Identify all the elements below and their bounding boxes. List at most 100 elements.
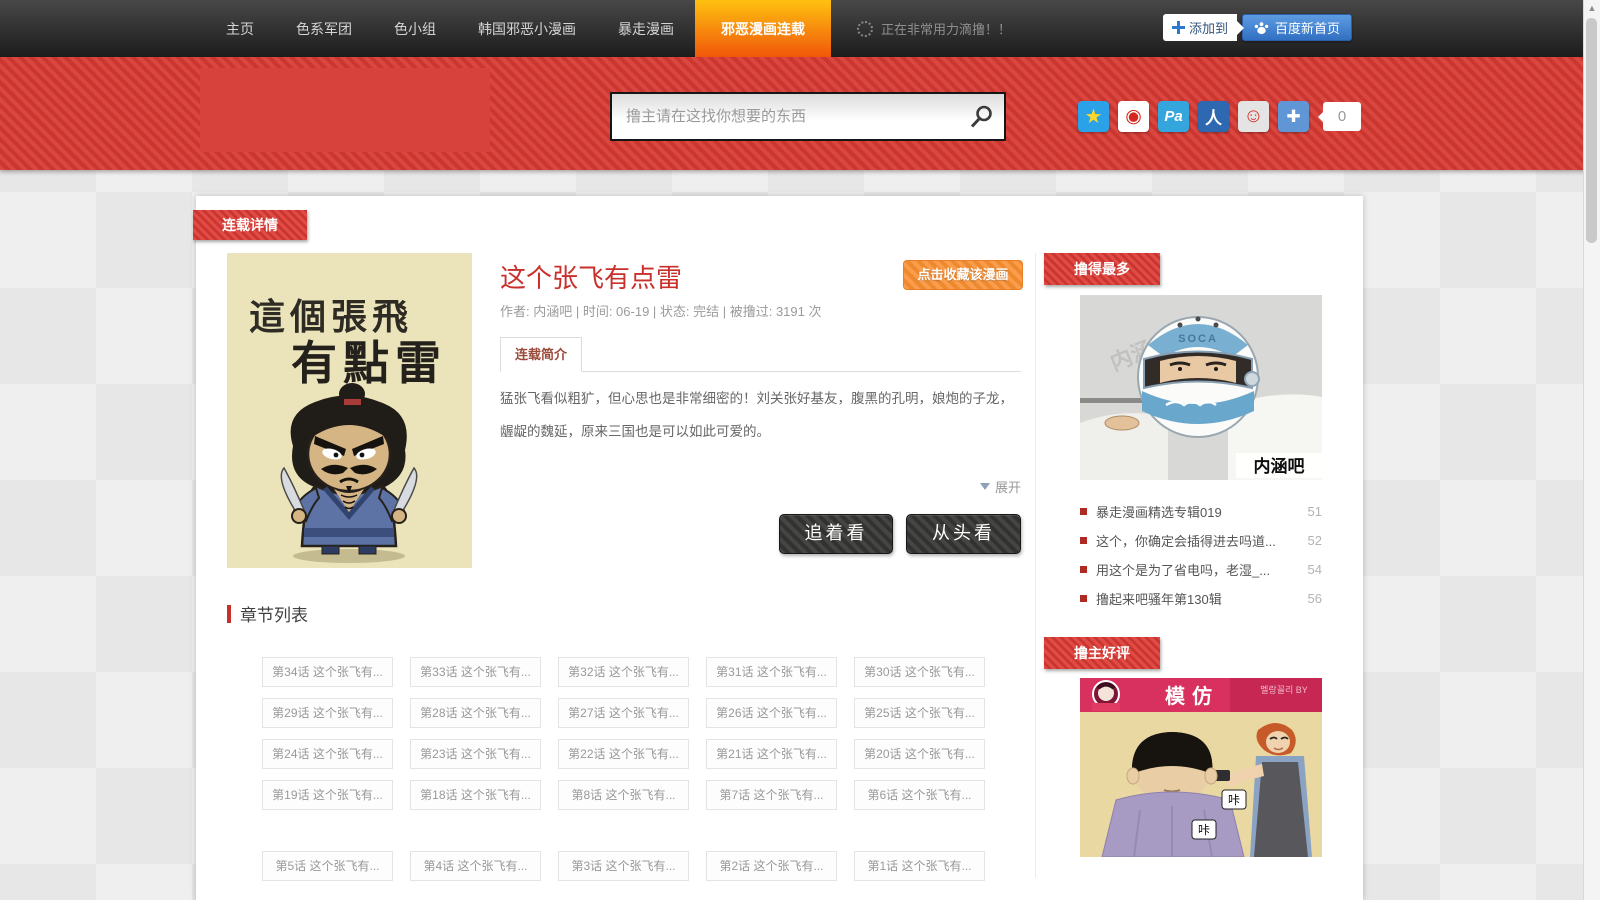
chapter-link[interactable]: 第6话 这个张飞有... xyxy=(854,780,985,810)
list-item[interactable]: 暴走漫画精选专辑019 51 xyxy=(1080,497,1322,526)
svg-text:SOCA: SOCA xyxy=(1178,333,1218,345)
social-share-bar: ★ ◉ Pa 人 ☺ ✚ 0 xyxy=(1078,101,1361,132)
chapter-link[interactable]: 第29话 这个张飞有... xyxy=(262,698,393,728)
nav-link[interactable]: 韩国邪恶小漫画 xyxy=(457,0,597,57)
chapter-section-title: 章节列表 xyxy=(240,601,308,626)
chapter-link[interactable]: 第5话 这个张飞有... xyxy=(262,851,393,881)
search-input[interactable] xyxy=(612,108,968,125)
chapter-link[interactable]: 第7话 这个张飞有... xyxy=(706,780,837,810)
nav-link[interactable]: 暴走漫画 xyxy=(597,0,695,57)
bullet-icon xyxy=(1080,566,1087,573)
page: 主页色系军团色小组韩国邪恶小漫画暴走漫画 邪恶漫画连载 正在非常用力滴撸！！ 添… xyxy=(0,0,1600,900)
search-box xyxy=(610,92,1006,141)
svg-text:有點雷: 有點雷 xyxy=(291,336,447,390)
section-badge-most-read: 撸得最多 xyxy=(1044,253,1160,285)
chapter-link[interactable]: 第19话 这个张飞有... xyxy=(262,780,393,810)
comic-meta: 作者: 内涵吧 | 时间: 06-19 | 状态: 完结 | 被撸过: 3191… xyxy=(500,301,821,320)
chapter-link[interactable]: 第23话 这个张飞有... xyxy=(410,739,541,769)
favorite-button[interactable]: 点击收藏该漫画 xyxy=(903,260,1023,290)
section-marker xyxy=(227,605,231,623)
nav-link[interactable]: 色小组 xyxy=(373,0,457,57)
list-item[interactable]: 用这个是为了省电吗，老湿_... 54 xyxy=(1080,555,1322,584)
read-count: 56 xyxy=(1308,591,1322,606)
arrow-right-icon xyxy=(1237,21,1244,35)
renren-icon[interactable]: 人 xyxy=(1198,101,1229,132)
chapter-link[interactable]: 第3话 这个张飞有... xyxy=(558,851,689,881)
list-item[interactable]: 撸起来吧骚年第130辑 56 xyxy=(1080,584,1322,613)
chapter-link[interactable]: 第32话 这个张飞有... xyxy=(558,657,689,687)
expand-toggle[interactable]: 展开 xyxy=(980,477,1021,496)
chapter-link[interactable]: 第25话 这个张飞有... xyxy=(854,698,985,728)
sidebar-divider xyxy=(1035,253,1036,878)
most-read-thumbnail[interactable]: 内涵吧 SOCA 内涵吧 xyxy=(1080,295,1322,480)
top-navigation: 主页色系军团色小组韩国邪恶小漫画暴走漫画 邪恶漫画连载 正在非常用力滴撸！！ xyxy=(0,0,1600,57)
chapter-link[interactable]: 第26话 这个张飞有... xyxy=(706,698,837,728)
spinner-icon xyxy=(857,21,873,37)
chapter-link[interactable]: 第31话 这个张飞有... xyxy=(706,657,837,687)
nav-link[interactable]: 色系军团 xyxy=(275,0,373,57)
read-count: 52 xyxy=(1308,533,1322,548)
loading-status-text: 正在非常用力滴撸！！ xyxy=(881,19,1011,38)
svg-text:這個張飛: 這個張飛 xyxy=(249,296,413,338)
chapter-section-header: 章节列表 xyxy=(227,601,308,626)
comic-description: 猛张飞看似粗犷，但心思也是非常细密的！刘关张好基友，腹黑的孔明，娘炮的子龙，龌龊… xyxy=(500,382,1021,448)
chapter-link[interactable]: 第34话 这个张飞有... xyxy=(262,657,393,687)
read-count: 51 xyxy=(1308,504,1322,519)
chapter-list: 第34话 这个张飞有... 第33话 这个张飞有... 第32话 这个张飞有... 第… xyxy=(262,657,985,881)
nav-link[interactable]: 主页 xyxy=(205,0,275,57)
chapter-link[interactable]: 第22话 这个张飞有... xyxy=(558,739,689,769)
scrollbar[interactable]: ▲ xyxy=(1583,0,1600,900)
chapter-link[interactable]: 第33话 这个张飞有... xyxy=(410,657,541,687)
sina-weibo-icon[interactable]: ◉ xyxy=(1118,101,1149,132)
svg-text:멜랑꼴리 BY: 멜랑꼴리 BY xyxy=(1260,684,1308,695)
chapter-link[interactable]: 第18话 这个张飞有... xyxy=(410,780,541,810)
svg-text:咔: 咔 xyxy=(1198,823,1210,837)
nav-tab-active-serial-comics[interactable]: 邪恶漫画连载 xyxy=(695,0,831,57)
site-header-banner: ★ ◉ Pa 人 ☺ ✚ 0 xyxy=(0,57,1600,170)
tab-serial-intro[interactable]: 连载简介 xyxy=(500,337,582,372)
list-item[interactable]: 这个，你确定会插得进去吗道... 52 xyxy=(1080,526,1322,555)
scrollbar-thumb[interactable] xyxy=(1586,18,1597,243)
read-from-start-button[interactable]: 从头看 xyxy=(906,514,1021,554)
chapter-link[interactable]: 第21话 这个张飞有... xyxy=(706,739,837,769)
tencent-weibo-icon[interactable]: Pa xyxy=(1158,101,1189,132)
chapter-link[interactable]: 第2话 这个张飞有... xyxy=(706,851,837,881)
svg-text:内涵吧: 内涵吧 xyxy=(1254,456,1305,476)
intro-tabbar: 连载简介 xyxy=(500,337,1021,372)
bullet-icon xyxy=(1080,508,1087,515)
main-content-card: 连载详情 這個張飛 有點雷 xyxy=(196,196,1363,900)
chapter-link[interactable]: 第24话 这个张飞有... xyxy=(262,739,393,769)
add-to-button[interactable]: 添加到 xyxy=(1163,14,1237,41)
svg-text:咔: 咔 xyxy=(1228,793,1240,807)
baidu-newtab-button[interactable]: 百度新首页 xyxy=(1242,14,1352,41)
praise-thumbnail[interactable]: 模仿 멜랑꼴리 BY 内涵吧 xyxy=(1080,678,1322,857)
section-badge-detail: 连载详情 xyxy=(193,210,307,240)
chapter-link[interactable]: 第4话 这个张飞有... xyxy=(410,851,541,881)
read-count: 54 xyxy=(1308,562,1322,577)
page-title: 这个张飞有点雷 xyxy=(500,258,682,295)
chapter-link[interactable]: 第30话 这个张飞有... xyxy=(854,657,985,687)
bullet-icon xyxy=(1080,595,1087,602)
loading-status: 正在非常用力滴撸！！ xyxy=(857,0,1011,57)
main-nav: 主页色系军团色小组韩国邪恶小漫画暴走漫画 xyxy=(205,0,695,57)
kaixin-icon[interactable]: ☺ xyxy=(1238,101,1269,132)
share-more-icon[interactable]: ✚ xyxy=(1278,101,1309,132)
most-read-list: 暴走漫画精选专辑019 51 这个，你确定会插得进去吗道... 52 用这个是为… xyxy=(1080,497,1322,613)
chapter-link[interactable]: 第27话 这个张飞有... xyxy=(558,698,689,728)
chapter-link[interactable]: 第8话 这个张飞有... xyxy=(558,780,689,810)
paw-icon xyxy=(1254,21,1269,35)
chapter-link[interactable]: 第28话 这个张飞有... xyxy=(410,698,541,728)
follow-read-button[interactable]: 追着看 xyxy=(779,514,893,554)
chapter-link[interactable]: 第20话 这个张飞有... xyxy=(854,739,985,769)
chapter-link[interactable]: 第1话 这个张飞有... xyxy=(854,851,985,881)
svg-text:模仿: 模仿 xyxy=(1165,684,1219,708)
search-icon[interactable] xyxy=(968,104,994,130)
share-count-bubble[interactable]: 0 xyxy=(1323,102,1361,131)
scrollbar-up-arrow[interactable]: ▲ xyxy=(1584,3,1600,13)
plus-icon xyxy=(1172,21,1185,34)
bullet-icon xyxy=(1080,537,1087,544)
browser-promo-buttons: 添加到 百度新首页 xyxy=(1163,14,1352,41)
qzone-icon[interactable]: ★ xyxy=(1078,101,1109,132)
site-logo[interactable] xyxy=(200,68,490,152)
comic-cover-image[interactable]: 這個張飛 有點雷 xyxy=(227,253,472,568)
